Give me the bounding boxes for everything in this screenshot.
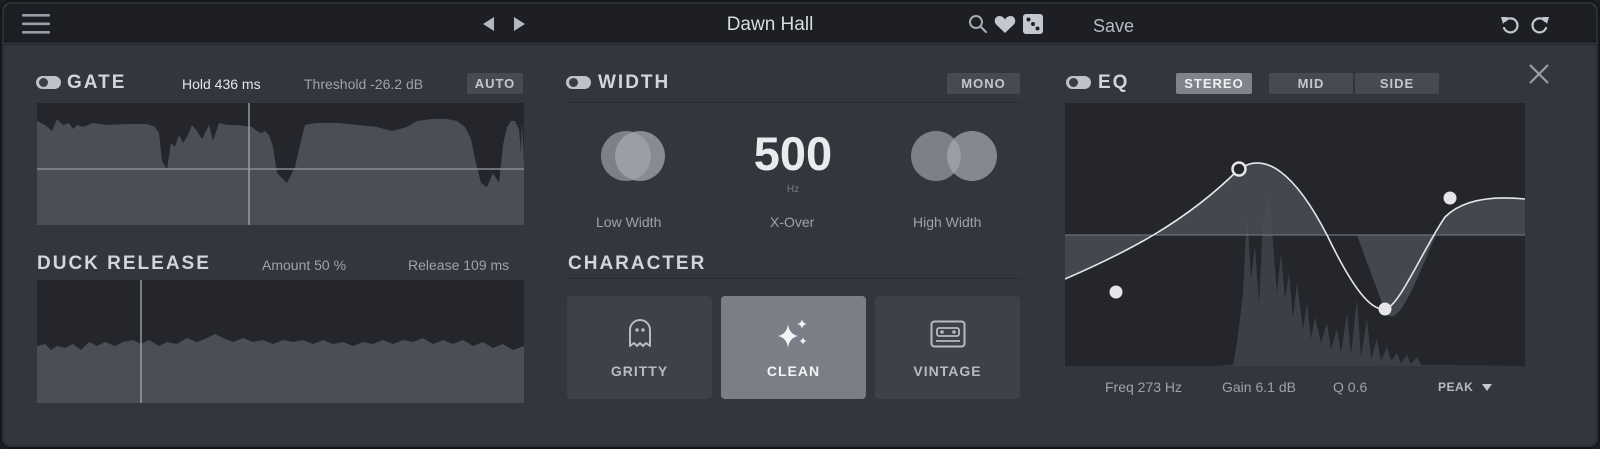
save-button[interactable]: Save	[1093, 16, 1134, 37]
vintage-label: VINTAGE	[913, 363, 982, 379]
character-divider	[566, 278, 1021, 279]
sparkles-icon	[778, 319, 807, 348]
ghost-icon	[629, 319, 651, 347]
character-option-clean[interactable]: CLEAN	[721, 296, 866, 399]
eq-enable-toggle[interactable]	[1066, 76, 1091, 89]
search-icon[interactable]	[968, 14, 988, 34]
preset-name[interactable]: Dawn Hall	[684, 14, 856, 36]
width-divider	[566, 102, 1021, 103]
eq-title: EQ	[1098, 72, 1130, 93]
width-title: WIDTH	[598, 72, 671, 93]
xover-label: X-Over	[770, 214, 815, 230]
mono-button[interactable]: MONO	[947, 73, 1020, 94]
eq-mode-side[interactable]: SIDE	[1355, 73, 1439, 94]
eq-mode-mid[interactable]: MID	[1269, 73, 1353, 94]
character-title: CHARACTER	[568, 253, 707, 274]
dice-icon[interactable]	[1023, 14, 1043, 34]
eq-gain-value[interactable]: Gain 6.1 dB	[1222, 379, 1296, 395]
duck-amount-value[interactable]: Amount 50 %	[262, 257, 346, 273]
character-option-vintage[interactable]: VINTAGE	[875, 296, 1020, 399]
menu-icon[interactable]	[22, 13, 50, 35]
clean-label: CLEAN	[766, 363, 821, 379]
cassette-icon	[930, 320, 966, 348]
gate-auto-button[interactable]: AUTO	[467, 73, 523, 94]
prev-preset-icon[interactable]	[483, 17, 495, 31]
width-enable-toggle[interactable]	[566, 76, 591, 89]
close-icon[interactable]	[1528, 63, 1550, 85]
xover-unit: Hz	[786, 184, 800, 195]
duck-waveform	[37, 280, 524, 403]
eq-graph[interactable]	[1065, 103, 1525, 366]
eq-freq-value[interactable]: Freq 273 Hz	[1105, 379, 1182, 395]
duck-waveform-display[interactable]	[37, 280, 524, 403]
heart-icon[interactable]	[994, 15, 1016, 34]
filter-type-value: PEAK	[1438, 380, 1474, 394]
gritty-label: GRITTY	[610, 363, 669, 379]
gate-title: GATE	[67, 72, 127, 93]
high-width-label: High Width	[913, 214, 982, 230]
low-width-label: Low Width	[596, 214, 662, 230]
redo-icon[interactable]	[1530, 14, 1550, 34]
high-width-knob[interactable]	[910, 130, 1000, 182]
top-bar: Dawn Hall Save	[4, 4, 1596, 42]
duck-release-value[interactable]: Release 109 ms	[408, 257, 509, 273]
gate-hold-value[interactable]: Hold 436 ms	[182, 76, 261, 92]
main-panel: GATE Hold 436 ms Threshold -26.2 dB AUTO…	[4, 46, 1596, 445]
undo-icon[interactable]	[1500, 14, 1520, 34]
chevron-down-icon	[1482, 384, 1492, 391]
filter-type-select[interactable]: PEAK	[1438, 379, 1498, 397]
next-preset-icon[interactable]	[513, 17, 525, 31]
eq-curve-display	[1065, 161, 1525, 366]
gate-threshold-value[interactable]: Threshold -26.2 dB	[304, 76, 423, 92]
eq-mode-stereo[interactable]: STEREO	[1176, 73, 1252, 94]
gate-enable-toggle[interactable]	[36, 76, 61, 89]
duck-release-title: DUCK RELEASE	[37, 253, 211, 274]
xover-value[interactable]: 500	[733, 126, 853, 181]
low-width-knob[interactable]	[600, 130, 668, 182]
character-option-gritty[interactable]: GRITTY	[567, 296, 712, 399]
eq-q-value[interactable]: Q 0.6	[1333, 379, 1367, 395]
gate-waveform	[37, 103, 524, 225]
gate-waveform-display[interactable]	[37, 103, 524, 225]
